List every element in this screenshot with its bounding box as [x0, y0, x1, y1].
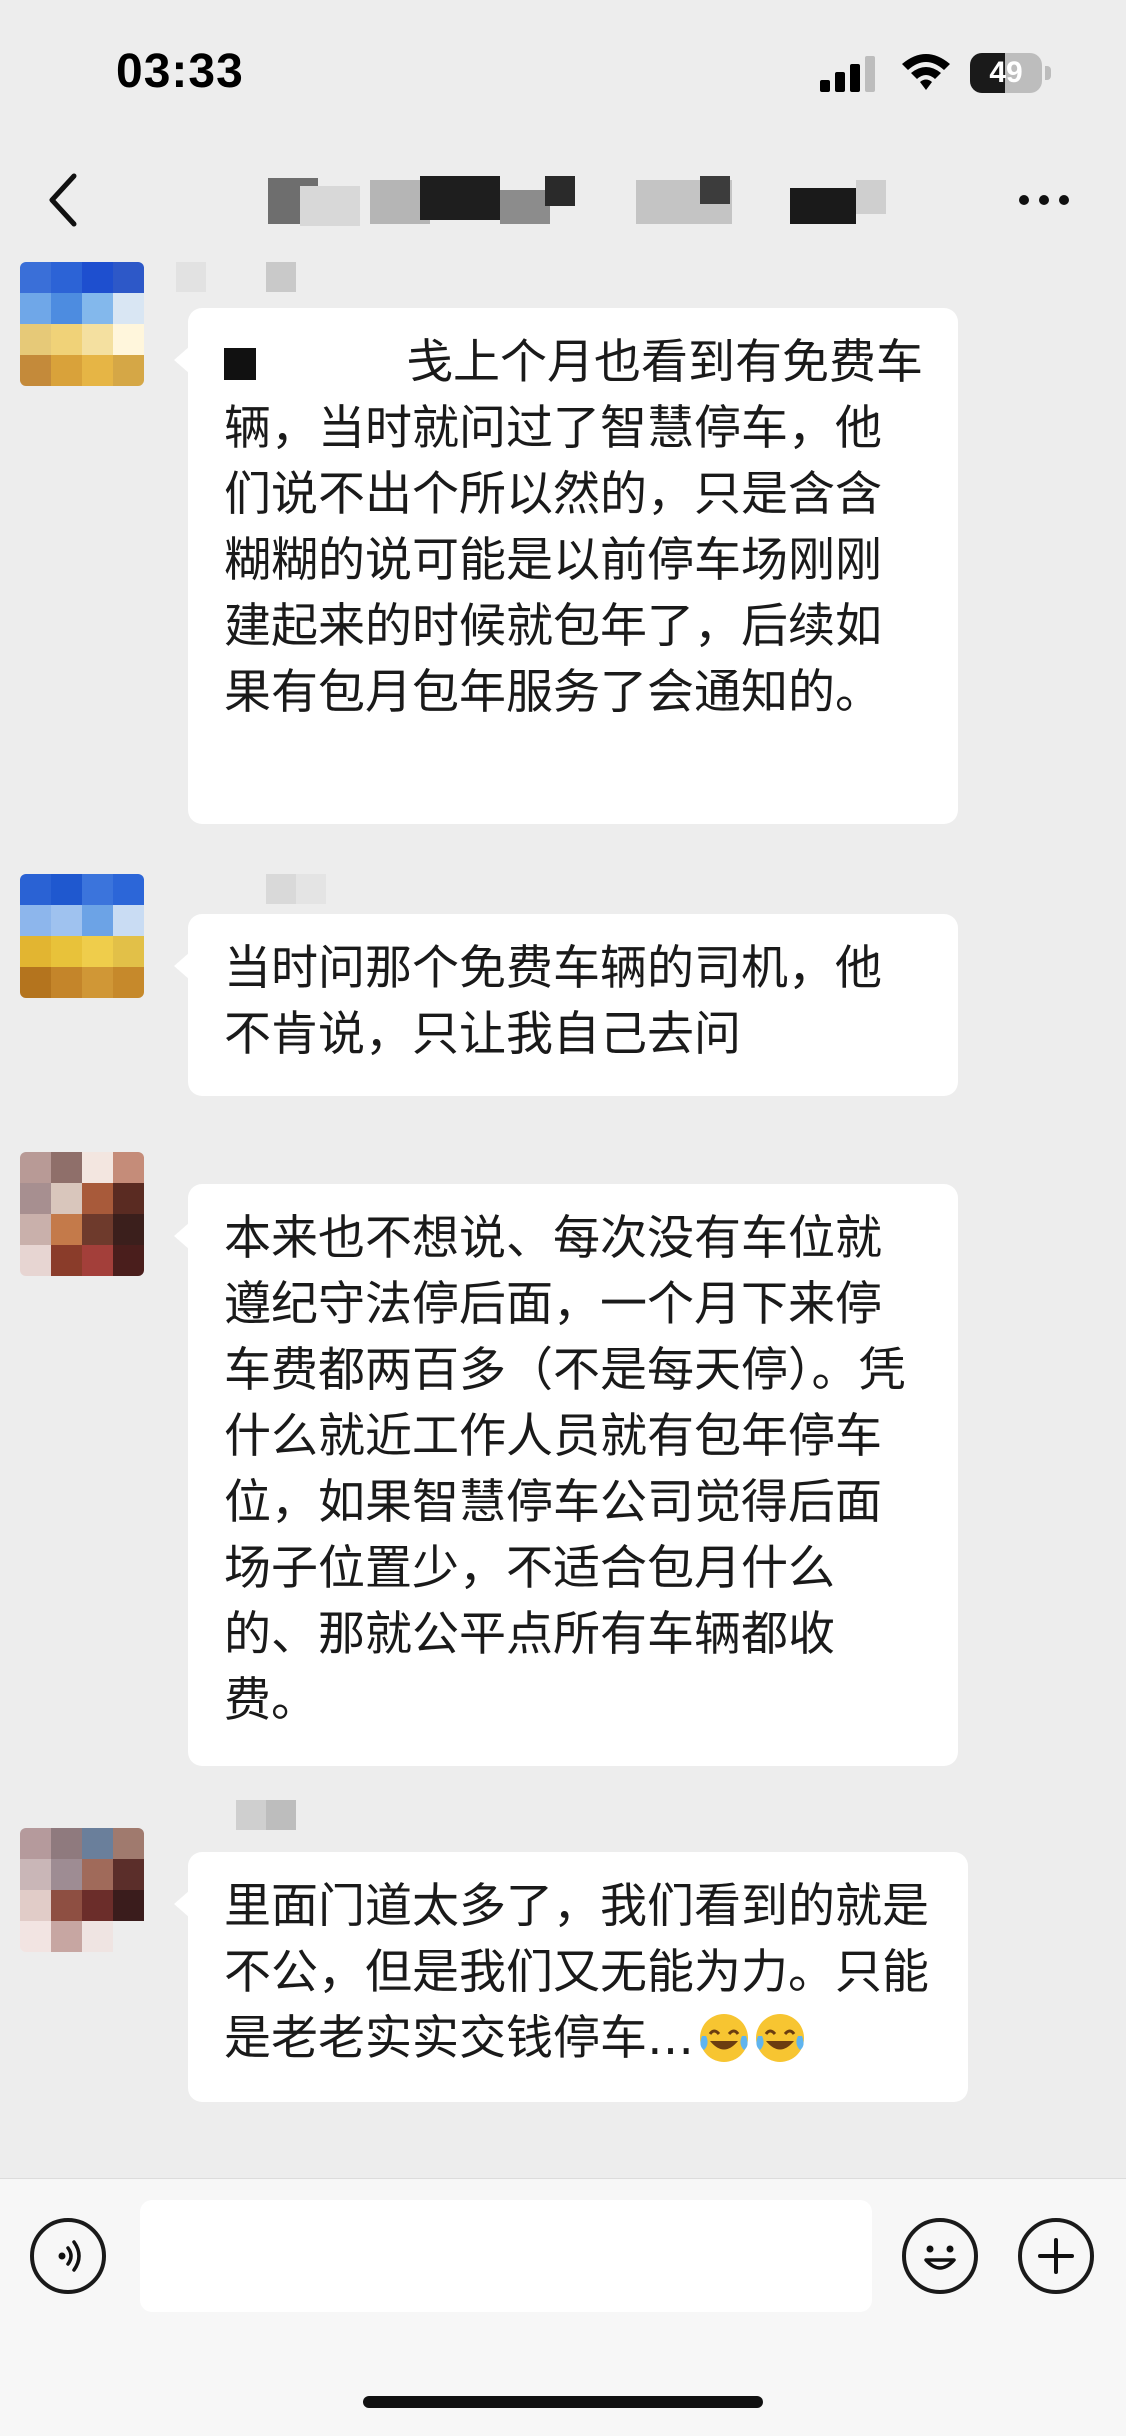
avatar-pixel [51, 1859, 82, 1890]
avatar-pixel [51, 967, 82, 998]
avatar-pixel [20, 1890, 51, 1921]
avatar-pixel [20, 1859, 51, 1890]
home-indicator[interactable] [363, 2396, 763, 2408]
sender-name-redacted [236, 1800, 296, 1830]
avatar-pixel [51, 1890, 82, 1921]
avatar-pixel [82, 324, 113, 355]
sender-avatar[interactable] [20, 1828, 144, 1952]
avatar-pixel [113, 1921, 144, 1952]
signal-icon [820, 56, 875, 92]
avatar-pixel [20, 905, 51, 936]
battery-indicator: 49 [970, 53, 1052, 93]
message-text: 当时问那个免费车辆的司机，他不肯说，只让我自己去问 [224, 941, 882, 1062]
avatar-pixel [82, 936, 113, 967]
sender-avatar[interactable] [20, 262, 144, 386]
message-text: 本来也不想说、每次没有车位就遵纪守法停后面，一个月下来停车费都两百多（不是每天停… [224, 1211, 906, 1728]
chat-screen: 03:33 49 戋上个月也看到有免费车辆，当时就问过了智慧停车，他们说不出个所… [0, 0, 1126, 2436]
avatar-pixel [20, 1828, 51, 1859]
avatar-pixel [82, 967, 113, 998]
avatar-pixel [51, 324, 82, 355]
avatar-pixel [20, 874, 51, 905]
avatar-pixel [20, 324, 51, 355]
avatar-pixel [51, 355, 82, 386]
message-text: 里面门道太多了，我们看到的就是不公，但是我们又无能为力。只能是老老实实交钱停车… [224, 1879, 929, 2066]
wifi-icon [902, 54, 950, 90]
message-bubble[interactable]: 本来也不想说、每次没有车位就遵纪守法停后面，一个月下来停车费都两百多（不是每天停… [174, 1184, 958, 1766]
sender-avatar[interactable] [20, 874, 144, 998]
avatar-pixel [82, 293, 113, 324]
avatar-pixel [113, 355, 144, 386]
avatar-pixel [51, 936, 82, 967]
avatar-pixel [20, 355, 51, 386]
avatar-pixel [51, 1183, 82, 1214]
avatar-pixel [113, 293, 144, 324]
avatar-pixel [51, 1921, 82, 1952]
avatar-pixel [51, 1214, 82, 1245]
avatar-pixel [113, 874, 144, 905]
message-bubble[interactable]: 戋上个月也看到有免费车辆，当时就问过了智慧停车，他们说不出个所以然的，只是含含糊… [174, 308, 958, 824]
avatar-pixel [20, 1183, 51, 1214]
avatar-pixel [51, 905, 82, 936]
avatar-pixel [113, 936, 144, 967]
emoji-icon[interactable] [902, 2218, 978, 2294]
avatar-pixel [20, 1152, 51, 1183]
avatar-pixel [113, 1828, 144, 1859]
avatar-pixel [82, 1890, 113, 1921]
avatar-pixel [20, 1245, 51, 1276]
avatar-pixel [113, 1183, 144, 1214]
avatar-pixel [113, 262, 144, 293]
avatar-pixel [82, 905, 113, 936]
avatar-pixel [82, 1152, 113, 1183]
avatar-pixel [51, 1245, 82, 1276]
avatar-pixel [82, 1921, 113, 1952]
avatar-pixel [82, 1214, 113, 1245]
avatar-pixel [20, 1214, 51, 1245]
avatar-pixel [20, 936, 51, 967]
status-time: 03:33 [116, 45, 244, 98]
sender-avatar[interactable] [20, 1152, 144, 1276]
message-bubble[interactable]: 里面门道太多了，我们看到的就是不公，但是我们又无能为力。只能是老老实实交钱停车… [174, 1852, 968, 2102]
avatar-pixel [51, 293, 82, 324]
avatar-pixel [20, 262, 51, 293]
ellipsis-icon[interactable] [1016, 190, 1072, 210]
battery-level: 49 [989, 56, 1023, 89]
avatar-pixel [20, 1921, 51, 1952]
avatar-pixel [82, 1859, 113, 1890]
avatar-pixel [20, 293, 51, 324]
sender-name-redacted [266, 874, 326, 904]
avatar-pixel [113, 967, 144, 998]
avatar-pixel [113, 324, 144, 355]
avatar-pixel [113, 1214, 144, 1245]
chevron-left-icon[interactable] [40, 170, 90, 230]
laughing-crying-emoji [754, 2012, 806, 2064]
avatar-pixel [82, 1828, 113, 1859]
laughing-crying-emoji [698, 2012, 750, 2064]
avatar-pixel [51, 874, 82, 905]
plus-icon[interactable] [1018, 2218, 1094, 2294]
avatar-pixel [82, 262, 113, 293]
avatar-pixel [82, 874, 113, 905]
avatar-pixel [51, 1828, 82, 1859]
avatar-pixel [82, 1245, 113, 1276]
avatar-pixel [51, 262, 82, 293]
avatar-pixel [113, 1152, 144, 1183]
sender-name-redacted [176, 262, 296, 292]
avatar-pixel [82, 355, 113, 386]
redaction-block [224, 348, 256, 380]
avatar-pixel [113, 1890, 144, 1921]
avatar-pixel [51, 1152, 82, 1183]
message-input[interactable] [140, 2200, 872, 2312]
message-text: 戋上个月也看到有免费车辆，当时就问过了智慧停车，他们说不出个所以然的，只是含含糊… [224, 335, 923, 720]
avatar-pixel [113, 1859, 144, 1890]
avatar-pixel [113, 1245, 144, 1276]
avatar-pixel [82, 1183, 113, 1214]
message-bubble[interactable]: 当时问那个免费车辆的司机，他不肯说，只让我自己去问 [174, 914, 958, 1096]
avatar-pixel [113, 905, 144, 936]
avatar-pixel [20, 967, 51, 998]
voice-icon[interactable] [30, 2218, 106, 2294]
